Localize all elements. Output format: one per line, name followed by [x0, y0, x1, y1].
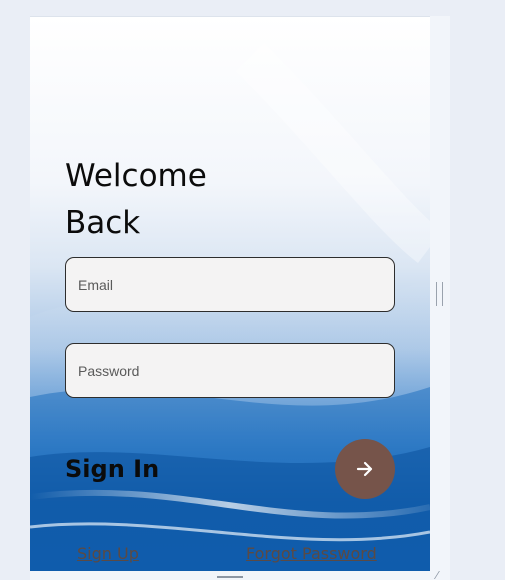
resize-corner-icon[interactable]: ⁄ [436, 570, 448, 580]
login-screen: Welcome Back Sign In Sign Up Forgot Pass… [30, 16, 430, 571]
app-page: ⁄ Welcome Back Email Sign In Sign Up For… [0, 0, 505, 580]
title-line-2: Back [65, 205, 141, 241]
forgot-password-link[interactable]: Forgot Password [246, 544, 377, 563]
sign-in-label: Sign In [65, 455, 160, 483]
window-bottom-edge [30, 570, 450, 580]
arrow-right-icon [356, 461, 373, 477]
page-title: Welcome Back [65, 153, 207, 247]
sign-in-button[interactable] [335, 439, 395, 499]
title-line-1: Welcome [65, 158, 207, 194]
password-field[interactable] [65, 343, 395, 398]
splitter-handle[interactable] [436, 282, 443, 306]
bottom-handle[interactable] [217, 576, 243, 578]
sign-up-link[interactable]: Sign Up [77, 544, 139, 563]
email-field[interactable] [65, 257, 395, 312]
